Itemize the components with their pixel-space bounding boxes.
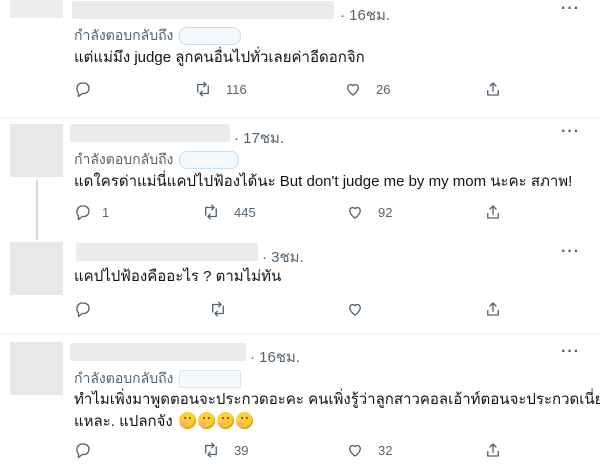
share-button[interactable] xyxy=(484,80,502,98)
share-button[interactable] xyxy=(484,300,502,318)
tweet-text: แดใครด่าแม่นี่แคปไปฟ้องได้นะ But don't j… xyxy=(74,173,573,190)
retweet-count: 39 xyxy=(234,442,249,458)
retweet-button[interactable]: 39 xyxy=(202,441,248,459)
reply-icon xyxy=(76,205,90,221)
reply-button[interactable] xyxy=(74,300,92,318)
timestamp[interactable]: · 16ชม. xyxy=(340,3,390,27)
more-options-icon[interactable]: ··· xyxy=(561,0,580,18)
username-redacted xyxy=(72,1,334,19)
avatar[interactable] xyxy=(10,124,63,177)
avatar[interactable] xyxy=(10,242,63,295)
more-options-icon[interactable]: ··· xyxy=(561,343,580,361)
share-icon xyxy=(487,302,499,316)
share-icon xyxy=(487,443,499,457)
replying-label: กำลังตอบกลับถึง xyxy=(74,151,174,167)
reply-icon xyxy=(76,82,90,98)
replying-handle-redacted[interactable] xyxy=(179,370,242,389)
tweet-1[interactable]: · 16ชม. ··· กำลังตอบกลับถึง แต่แม่มึง ju… xyxy=(0,0,600,108)
timestamp[interactable]: · 17ชม. xyxy=(234,126,284,150)
tweet-actions xyxy=(74,300,544,324)
like-count: 92 xyxy=(378,204,393,220)
thread-line xyxy=(36,180,38,240)
tweet-text-line-1: ทำไมเพิ่งมาพูดตอนจะประกวดอะคะ คนเพิ่งรู้… xyxy=(74,391,600,408)
reply-icon xyxy=(76,443,90,459)
retweet-icon xyxy=(212,301,224,317)
tweet-4[interactable]: · 16ชม. ··· กำลังตอบกลับถึง ทำไมเพิ่งมาพ… xyxy=(0,334,600,470)
more-options-icon[interactable]: ··· xyxy=(561,243,580,261)
replying-handle-redacted[interactable] xyxy=(179,27,242,46)
replying-handle-redacted[interactable] xyxy=(179,151,240,170)
heart-icon xyxy=(349,444,361,457)
like-count: 26 xyxy=(376,81,391,97)
tweet-actions: 1 445 92 xyxy=(74,203,544,227)
retweet-button[interactable]: 116 xyxy=(194,80,247,98)
reply-icon xyxy=(76,302,90,318)
like-count: 32 xyxy=(378,442,393,458)
replying-to: กำลังตอบกลับถึง xyxy=(74,368,242,390)
tweet-text: แคปไปฟ้องคืออะไร ? ตามไม่ทัน xyxy=(74,268,282,285)
replying-label: กำลังตอบกลับถึง xyxy=(74,27,174,43)
username-redacted xyxy=(70,124,230,142)
tweet-2[interactable]: · 17ชม. ··· กำลังตอบกลับถึง แดใครด่าแม่น… xyxy=(0,118,600,235)
retweet-icon xyxy=(205,204,217,220)
timestamp[interactable]: · 16ชม. xyxy=(250,345,300,369)
reply-button[interactable] xyxy=(74,80,106,98)
share-icon xyxy=(487,205,499,219)
replying-to: กำลังตอบกลับถึง xyxy=(74,25,242,47)
username-redacted xyxy=(70,343,246,361)
tweet-text-line-2-wrap: แหละ. แปลกจัง xyxy=(74,411,253,432)
tweet-actions: 116 26 xyxy=(74,80,544,104)
tweet-3[interactable]: · 3ชม. ··· แคปไปฟ้องคืออะไร ? ตามไม่ทัน xyxy=(0,238,600,330)
heart-icon xyxy=(349,303,361,316)
replying-to: กำลังตอบกลับถึง xyxy=(74,149,240,171)
reply-button[interactable] xyxy=(74,441,92,459)
thinking-face-icon xyxy=(197,412,215,429)
tweet-text-line-2: แหละ. แปลกจัง xyxy=(74,413,173,430)
like-button[interactable]: 92 xyxy=(346,203,392,221)
like-button[interactable]: 32 xyxy=(346,441,392,459)
more-options-icon[interactable]: ··· xyxy=(561,123,580,141)
thinking-face-icon xyxy=(216,412,234,429)
like-button[interactable]: 26 xyxy=(344,80,390,98)
username-redacted xyxy=(76,243,258,261)
share-button[interactable] xyxy=(484,203,502,221)
thinking-face-icon xyxy=(235,412,253,429)
heart-icon xyxy=(347,83,359,96)
share-icon xyxy=(487,82,499,96)
retweet-button[interactable] xyxy=(209,300,227,318)
avatar[interactable] xyxy=(10,342,63,395)
reply-button[interactable]: 1 xyxy=(74,203,109,221)
avatar[interactable] xyxy=(10,0,63,18)
thinking-face-icon xyxy=(178,412,196,429)
share-button[interactable] xyxy=(484,441,502,459)
retweet-icon xyxy=(205,442,217,458)
retweet-button[interactable]: 445 xyxy=(202,203,256,221)
like-button[interactable] xyxy=(346,300,364,318)
heart-icon xyxy=(349,206,361,219)
retweet-count: 116 xyxy=(226,81,247,97)
tweet-text: แต่แม่มึง judge ลูกคนอื่นไปทั่วเลยค่าอีด… xyxy=(74,49,365,66)
reply-count: 1 xyxy=(102,204,110,220)
tweet-actions: 39 32 xyxy=(74,441,544,465)
replying-label: กำลังตอบกลับถึง xyxy=(74,370,174,386)
retweet-icon xyxy=(197,81,209,97)
retweet-count: 445 xyxy=(234,204,256,220)
